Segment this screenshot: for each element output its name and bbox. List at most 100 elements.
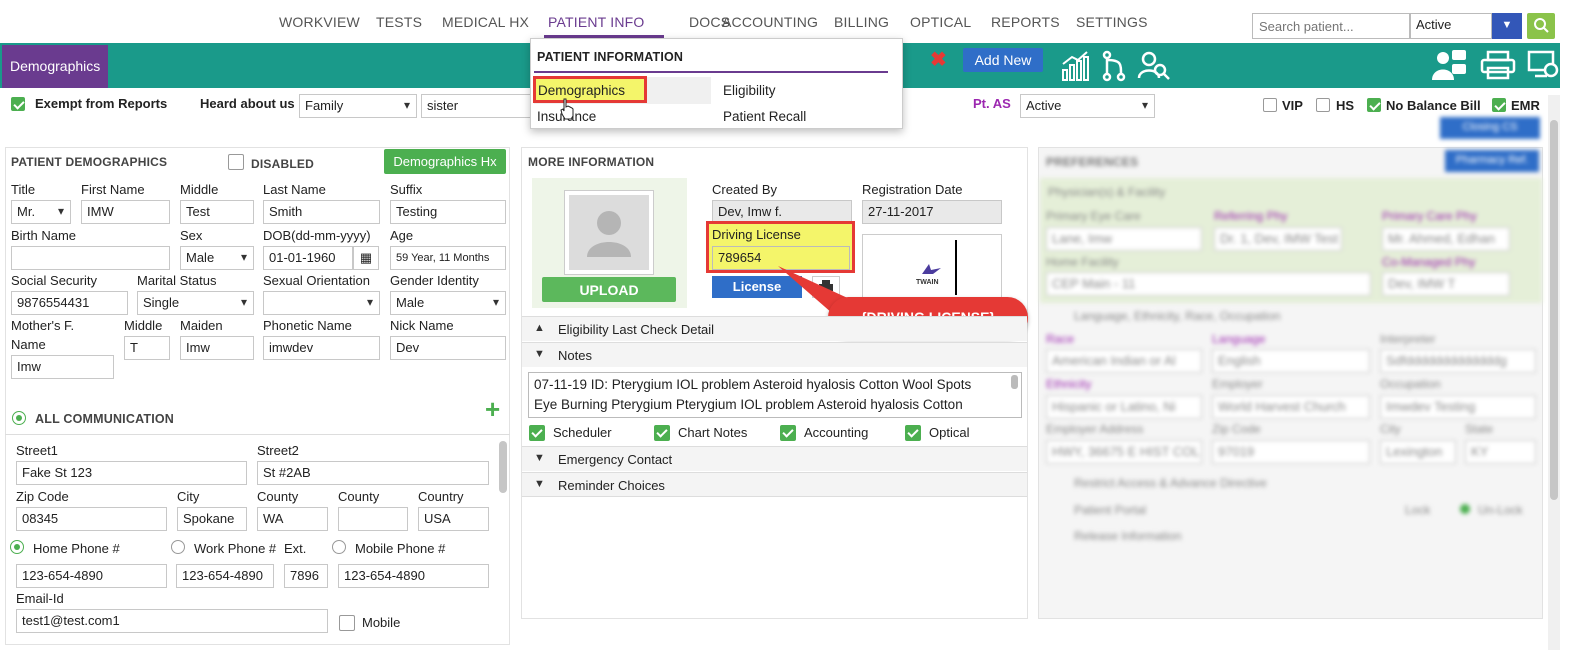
first-name-input[interactable]: IMW — [81, 200, 170, 224]
gender-select[interactable]: Male — [390, 291, 506, 315]
printer-icon[interactable] — [1480, 50, 1516, 80]
employer-address-input[interactable]: HWY, 36675 E HIST COL — [1046, 440, 1202, 464]
monitor-clock-icon[interactable] — [1527, 50, 1559, 80]
primary-eye-select[interactable]: Lane, Imw — [1046, 227, 1202, 251]
home-phone-input[interactable]: 123-654-4890 — [16, 564, 167, 588]
middle2-input[interactable]: T — [124, 336, 170, 360]
city-input[interactable]: Spokane — [177, 507, 247, 531]
last-name-input[interactable]: Smith — [263, 200, 380, 224]
nav-tests[interactable]: TESTS — [376, 14, 422, 30]
tab-demographics[interactable]: Demographics — [2, 45, 108, 88]
add-new-button[interactable]: Add New — [963, 48, 1043, 72]
exempt-checkbox[interactable] — [11, 97, 25, 111]
pt-as-select[interactable]: Active — [1020, 94, 1155, 118]
accounting-checkbox[interactable] — [780, 425, 796, 441]
mobile-phone-input[interactable]: 123-654-4890 — [338, 564, 489, 588]
unlock-radio[interactable] — [1460, 504, 1470, 514]
lock-label[interactable]: Lock — [1405, 503, 1430, 517]
zip-input[interactable]: 08345 — [16, 507, 167, 531]
eligibility-accordion[interactable]: ▲ Eligibility Last Check Detail — [522, 316, 1027, 341]
heard-about-select[interactable]: Family — [299, 94, 417, 118]
employer-input[interactable]: World Harvest Church — [1212, 395, 1370, 419]
closing-cs-button[interactable]: Closing CS — [1440, 117, 1540, 139]
suffix-input[interactable]: Testing — [390, 200, 506, 224]
pref-city-input[interactable]: Lexington — [1380, 440, 1456, 464]
demographics-hx-button[interactable]: Demographics Hx — [384, 149, 506, 174]
race-select[interactable]: American Indian or Al — [1046, 349, 1202, 373]
comm-scrollbar[interactable] — [499, 441, 507, 493]
work-phone-input[interactable]: 123-654-4890 — [176, 564, 274, 588]
ethnicity-select[interactable]: Hispanic or Latino, Ni — [1046, 395, 1202, 419]
nav-workview[interactable]: WORKVIEW — [279, 14, 360, 30]
mobile-phone-radio[interactable] — [332, 540, 346, 554]
nav-billing[interactable]: BILLING — [834, 14, 889, 30]
street1-input[interactable]: Fake St 123 — [16, 461, 247, 485]
notes-accordion[interactable]: ▼ Notes — [522, 342, 1027, 367]
upload-button[interactable]: UPLOAD — [542, 277, 676, 302]
pref-state-input[interactable]: KY — [1465, 440, 1536, 464]
county2-input[interactable] — [338, 507, 408, 531]
sex-select[interactable]: Male — [180, 246, 254, 270]
nav-accounting[interactable]: ACCOUNTING — [722, 14, 818, 30]
nav-patient-info[interactable]: PATIENT INFO — [548, 14, 645, 30]
nav-docs-label[interactable]: DOCS — [689, 14, 730, 30]
nav-medical-hx[interactable]: MEDICAL HX — [442, 14, 529, 30]
phonetic-input[interactable]: imwdev — [263, 336, 380, 360]
status-select[interactable]: Active — [1410, 13, 1492, 39]
emr-checkbox[interactable] — [1492, 98, 1506, 112]
co-managed-input[interactable]: Dev, IMW T — [1382, 272, 1510, 296]
nav-settings[interactable]: SETTINGS — [1076, 14, 1148, 30]
heard-about-detail[interactable]: sister — [421, 94, 536, 118]
users-chat-icon[interactable] — [1430, 48, 1468, 82]
calendar-icon[interactable]: ▦ — [353, 246, 379, 270]
nick-input[interactable]: Dev — [390, 336, 506, 360]
merge-icon[interactable] — [1100, 50, 1128, 82]
home-phone-radio[interactable] — [10, 540, 24, 554]
hs-checkbox[interactable] — [1316, 98, 1330, 112]
birth-name-input[interactable] — [11, 246, 170, 270]
home-facility-select[interactable]: CEP Main - 11 — [1046, 272, 1371, 296]
title-select[interactable]: Mr. — [11, 200, 71, 224]
reminder-choices-accordion[interactable]: ▼ Reminder Choices — [522, 472, 1027, 497]
occupation-input[interactable]: Imwdev Testing — [1380, 395, 1536, 419]
dropdown-item-demographics[interactable]: Demographics — [538, 83, 625, 98]
mobile-checkbox[interactable] — [339, 615, 355, 631]
pharmacy-ref-button[interactable]: Pharmacy Ref. — [1445, 150, 1539, 172]
emergency-contact-accordion[interactable]: ▼ Emergency Contact — [522, 446, 1027, 471]
primary-care-input[interactable]: Mr. Ahmed, Edhan — [1382, 227, 1510, 251]
nav-reports[interactable]: REPORTS — [991, 14, 1060, 30]
ext-input[interactable]: 7896 — [284, 564, 328, 588]
email-input[interactable]: test1@test.com1 — [16, 609, 328, 633]
restrict-access-label[interactable]: Restrict Access & Advance Directive — [1074, 476, 1267, 490]
marital-select[interactable]: Single — [137, 291, 254, 315]
dropdown-item-eligibility[interactable]: Eligibility — [723, 83, 776, 98]
scheduler-checkbox[interactable] — [529, 425, 545, 441]
all-communication-radio[interactable] — [12, 411, 26, 425]
search-patient-input[interactable] — [1252, 13, 1410, 39]
language-select[interactable]: English — [1212, 349, 1370, 373]
nav-optical[interactable]: OPTICAL — [910, 14, 971, 30]
pref-zip-input[interactable]: 97019 — [1212, 440, 1370, 464]
mother-name-input[interactable]: Imw — [11, 355, 114, 379]
street2-input[interactable]: St #2AB — [257, 461, 489, 485]
maiden-input[interactable]: Imw — [180, 336, 254, 360]
chart-icon[interactable] — [1060, 50, 1090, 82]
user-search-icon[interactable] — [1137, 50, 1171, 82]
patient-portal-label[interactable]: Patient Portal — [1074, 503, 1146, 517]
optical-checkbox[interactable] — [905, 425, 921, 441]
ssn-input[interactable]: 9876554431 — [11, 291, 128, 315]
vip-checkbox[interactable] — [1263, 98, 1277, 112]
status-dropdown-button[interactable]: ▼ — [1492, 13, 1522, 39]
work-phone-radio[interactable] — [171, 540, 185, 554]
disabled-checkbox[interactable] — [228, 154, 244, 170]
referring-input[interactable]: Dr. 1, Dev, IMW Test — [1214, 227, 1342, 251]
interpreter-input[interactable]: Sdfdddddddddddddg — [1380, 349, 1536, 373]
dob-input[interactable]: 01-01-1960 — [263, 246, 353, 270]
page-scrollbar-thumb[interactable] — [1550, 120, 1558, 500]
close-icon[interactable]: ✖ — [930, 47, 947, 72]
notes-scrollbar[interactable] — [1011, 375, 1018, 389]
dropdown-item-patient-recall[interactable]: Patient Recall — [723, 109, 806, 124]
no-balance-checkbox[interactable] — [1367, 98, 1381, 112]
orientation-select[interactable] — [263, 291, 380, 315]
country-input[interactable]: USA — [418, 507, 489, 531]
